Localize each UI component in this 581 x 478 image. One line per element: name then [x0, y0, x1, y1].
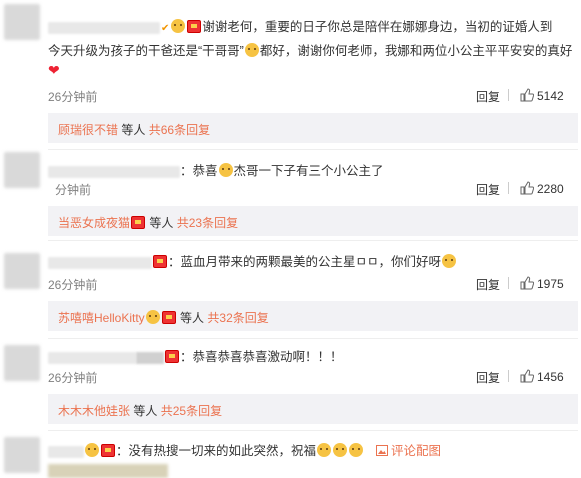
sub-reply-middle: 等人 — [149, 216, 174, 230]
avatar[interactable] — [4, 152, 40, 188]
thumbs-up-icon — [520, 369, 535, 383]
sub-reply-user[interactable]: 顾瑞很不错 — [58, 123, 118, 137]
like-count: 5142 — [537, 89, 564, 103]
thumbs-up-icon — [520, 181, 535, 195]
sub-reply-user[interactable]: 当恶女成夜猫 — [58, 216, 130, 230]
like-button[interactable]: 1975 — [520, 276, 564, 291]
emoji-icon — [317, 443, 332, 457]
comment-text-line-1: ：没有热搜一切来的如此突然，祝福 评论配图 — [48, 440, 441, 459]
reply-button[interactable]: 回复 — [476, 369, 500, 386]
like-button[interactable]: 1456 — [520, 369, 564, 384]
emoji-icon — [333, 443, 348, 457]
emoji-icon — [145, 310, 160, 324]
sub-reply-user[interactable]: 木木木他娃张 — [58, 404, 130, 418]
timestamp: 26分钟前 — [48, 371, 98, 385]
username[interactable] — [48, 165, 180, 178]
comment-text: ：恭喜 — [180, 164, 218, 178]
divider — [48, 430, 578, 431]
sub-reply-user[interactable]: 苏嘻嘻HelloKitty — [58, 311, 145, 325]
sub-reply-middle: 等人 — [180, 311, 205, 325]
comment-text: 谢谢老何，重要的日子你总是陪伴在娜娜身边，当初的证婚人到 — [202, 20, 553, 34]
comment-text: 今天升级为孩子的干爸还是“干哥哥” — [48, 44, 244, 58]
like-button[interactable]: 2280 — [520, 181, 564, 196]
avatar[interactable] — [4, 437, 40, 473]
divider — [508, 277, 509, 289]
user-badge-icon — [136, 351, 164, 364]
sub-reply-middle: 等人 — [121, 123, 146, 137]
username[interactable] — [48, 351, 136, 364]
comment-text: 杰哥一下子有三个小公主了 — [233, 164, 384, 178]
timestamp: 分钟前 — [55, 183, 92, 197]
red-envelope-icon — [153, 255, 167, 268]
like-button[interactable]: 5142 — [520, 88, 564, 103]
divider — [508, 89, 509, 101]
username[interactable] — [48, 445, 84, 458]
comment-text-line-1: ✔ 谢谢老何，重要的日子你总是陪伴在娜娜身边，当初的证婚人到 — [48, 16, 552, 35]
divider — [48, 338, 578, 339]
verified-icon: ✔ — [161, 23, 170, 34]
red-envelope-icon — [187, 20, 202, 33]
thumbs-up-icon — [520, 88, 535, 102]
reply-button[interactable]: 回复 — [476, 88, 500, 105]
divider — [48, 240, 578, 241]
comment-text: 都好，谢谢你何老师，我娜和两位小公主平平安安的真好 — [259, 44, 573, 58]
emoji-icon — [442, 254, 457, 268]
sub-replies: 顾瑞很不错 等人 共66条回复 — [48, 113, 578, 143]
sub-reply-count[interactable]: 共25条回复 — [161, 404, 222, 418]
sub-replies: 当恶女成夜猫 等人 共23条回复 — [48, 206, 578, 236]
emoji-icon — [218, 163, 233, 177]
avatar[interactable] — [4, 253, 40, 289]
sub-reply-middle: 等人 — [133, 404, 158, 418]
timestamp: 26分钟前 — [48, 278, 98, 292]
comment-text-line-1: ：恭喜恭喜恭喜激动啊！！！ — [48, 346, 343, 365]
username[interactable] — [48, 256, 152, 269]
timestamp: 26分钟前 — [48, 90, 98, 104]
sub-replies: 木木木他娃张 等人 共25条回复 — [48, 394, 578, 424]
comment-text-line-1: ：蓝血月带来的两颗最美的公主星ㅁㅁ，你们好呀 — [48, 251, 457, 270]
heart-icon: ❤ — [48, 62, 60, 78]
comment-text: ：没有热搜一切来的如此突然，祝福 — [116, 444, 317, 458]
comment-image-label: 评论配图 — [390, 444, 441, 458]
like-count: 1975 — [537, 277, 564, 291]
avatar[interactable] — [4, 4, 40, 40]
sub-reply-count[interactable]: 共66条回复 — [149, 123, 210, 137]
divider — [48, 149, 578, 150]
red-envelope-icon — [161, 311, 176, 324]
comment-text-line-1: ：恭喜 杰哥一下子有三个小公主了 — [48, 160, 384, 179]
like-count: 2280 — [537, 182, 564, 196]
comment-text-line-3: ❤ — [48, 62, 60, 79]
red-envelope-icon — [165, 350, 179, 363]
red-envelope-icon — [131, 216, 146, 229]
red-envelope-icon — [101, 444, 115, 457]
comment-text: ：恭喜恭喜恭喜激动啊！！！ — [180, 350, 343, 364]
thumbs-up-icon — [520, 276, 535, 290]
comment-image-link[interactable]: 评论配图 — [375, 444, 441, 458]
avatar[interactable] — [4, 345, 40, 381]
like-count: 1456 — [537, 370, 564, 384]
sub-replies: 苏嘻嘻HelloKitty 等人 共32条回复 — [48, 301, 578, 331]
sub-reply-count[interactable]: 共23条回复 — [177, 216, 238, 230]
sub-reply-count[interactable]: 共32条回复 — [207, 311, 268, 325]
comment-image-thumbnail[interactable] — [48, 464, 168, 478]
divider — [508, 370, 509, 382]
divider — [508, 182, 509, 194]
emoji-icon — [85, 443, 99, 457]
emoji-icon — [171, 19, 186, 33]
emoji-icon — [349, 443, 364, 457]
reply-button[interactable]: 回复 — [476, 276, 500, 293]
reply-button[interactable]: 回复 — [476, 181, 500, 198]
comment-text: ：蓝血月带来的两颗最美的公主星ㅁㅁ，你们好呀 — [168, 255, 442, 269]
comment-text-line-2: 今天升级为孩子的干爸还是“干哥哥” 都好，谢谢你何老师，我娜和两位小公主平平安安的… — [48, 40, 572, 59]
username[interactable] — [48, 21, 160, 34]
image-icon — [375, 445, 388, 456]
emoji-icon — [244, 43, 259, 57]
